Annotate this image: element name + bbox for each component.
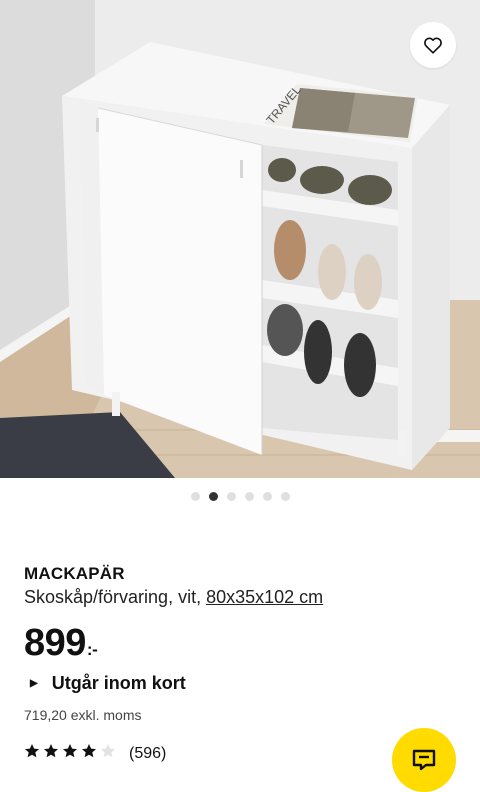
product-name: MACKAPÄR (24, 564, 125, 583)
price: 899:- (24, 622, 98, 664)
carousel-dot[interactable] (190, 492, 200, 501)
product-image[interactable]: TRAVEL (0, 0, 480, 478)
carousel-dot[interactable] (280, 492, 290, 501)
stock-status[interactable]: ▶ Utgår inom kort (30, 673, 186, 694)
star-filled-icon (25, 744, 39, 758)
heart-icon (424, 37, 442, 54)
price-suffix: :- (86, 640, 98, 659)
product-description: Skoskåp/förvaring, vit, 80x35x102 cm (24, 587, 323, 608)
triangle-right-icon: ▶ (30, 678, 38, 689)
rating-count: (596) (129, 744, 167, 762)
rating-stars (24, 743, 119, 764)
chat-button[interactable] (392, 728, 456, 792)
rating[interactable]: (596) (24, 743, 166, 764)
carousel-dot[interactable] (226, 492, 236, 501)
carousel-dot[interactable] (262, 492, 272, 501)
star-filled-icon (63, 744, 77, 758)
star-filled-icon (44, 744, 58, 758)
carousel-dot-active[interactable] (208, 492, 218, 501)
price-ex-vat: 719,20 exkl. moms (24, 707, 142, 723)
carousel-dot[interactable] (244, 492, 254, 501)
favorite-button[interactable] (410, 22, 456, 68)
product-description-text: Skoskåp/förvaring, vit, (24, 587, 207, 607)
stock-status-text: Utgår inom kort (51, 673, 186, 693)
dimensions-link[interactable]: 80x35x102 cm (206, 587, 323, 607)
product-photo: TRAVEL (0, 0, 480, 478)
star-filled-icon (82, 744, 96, 758)
star-empty-icon (101, 744, 115, 758)
carousel-indicator (0, 492, 480, 501)
chat-icon (412, 749, 436, 771)
price-main: 899 (24, 622, 86, 664)
